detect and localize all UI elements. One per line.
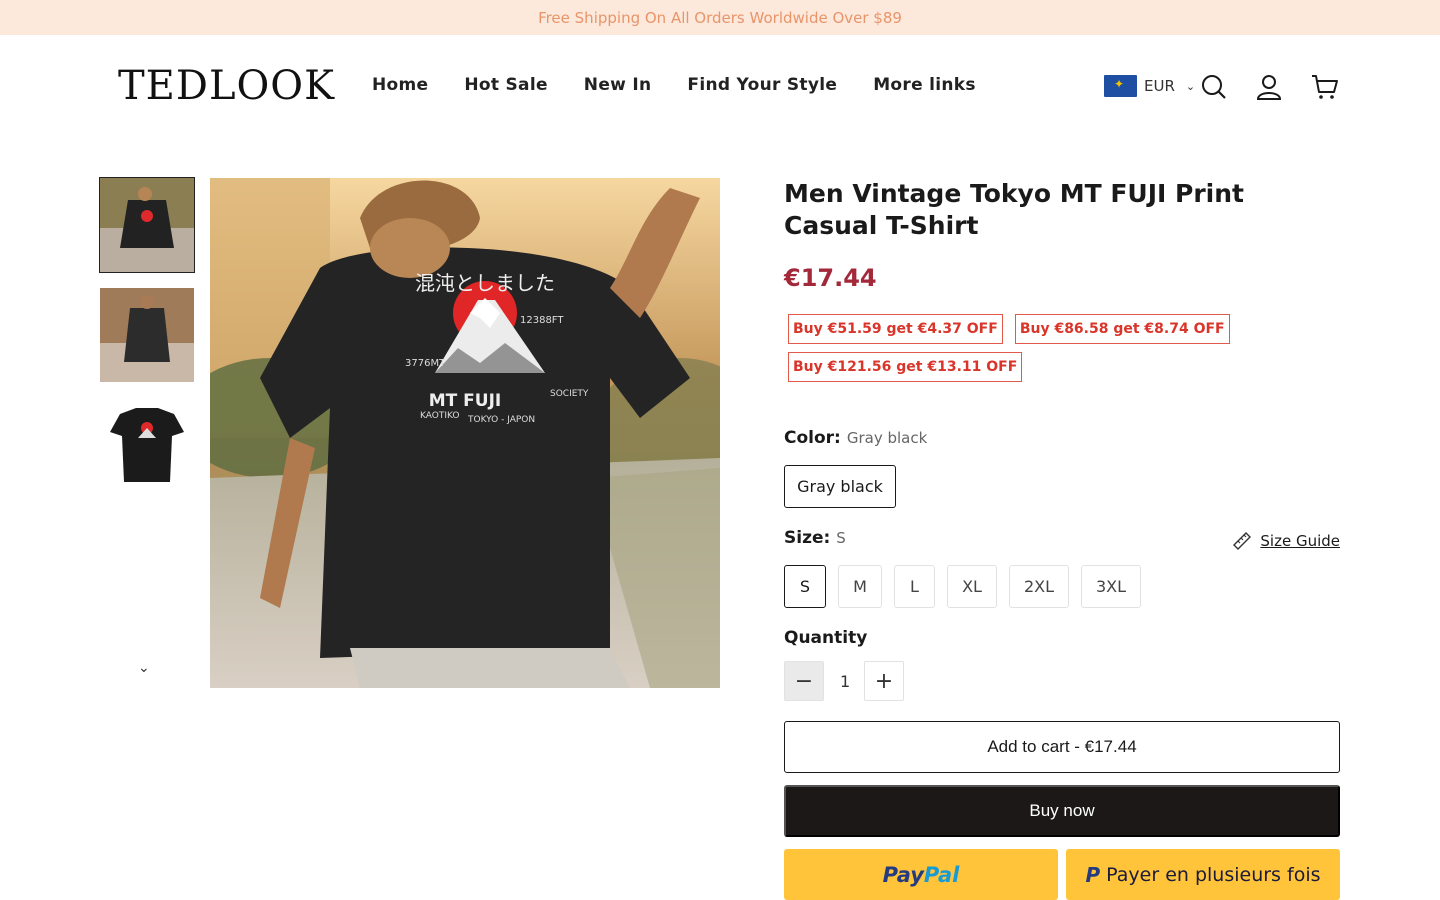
color-option-gray-black[interactable]: Gray black [784,465,896,508]
quantity-label: Quantity [784,628,868,648]
cart-icon[interactable] [1311,73,1339,101]
size-guide-link[interactable]: Size Guide [1232,531,1340,551]
print-kana: 混沌としました [415,271,555,295]
currency-selector[interactable]: EUR ⌄ [1104,75,1195,97]
discount-tag: Buy €51.59 get €4.37 OFF [788,314,1003,344]
pay-later-label: Payer en plusieurs fois [1106,863,1321,886]
logo[interactable]: TEDLOOK [118,63,335,109]
discount-tags: Buy €51.59 get €4.37 OFF Buy €86.58 get … [784,314,1264,382]
paypal-button[interactable]: Pay Pal [784,849,1058,900]
add-to-cart-button[interactable]: Add to cart - €17.44 [784,721,1340,773]
eu-flag-icon [1104,75,1137,97]
size-value: S [836,529,846,547]
account-icon[interactable] [1255,73,1283,101]
size-option-xl[interactable]: XL [947,565,997,608]
thumbnail-gallery [99,177,195,508]
decrease-quantity-button[interactable]: − [784,661,824,701]
chevron-down-icon: ⌄ [1185,79,1196,93]
size-option-s[interactable]: S [784,565,826,608]
size-option-m[interactable]: M [838,565,882,608]
nav-find-your-style[interactable]: Find Your Style [687,75,837,95]
paypal-p-icon: P [1085,862,1101,887]
nav-more-links[interactable]: More links [873,75,976,95]
print-height-ft: 12388FT [520,315,564,326]
paypal-logo-part-1: Pay [882,862,924,887]
chevron-down-icon[interactable]: ⌄ [138,660,150,676]
paypal-logo-part-2: Pal [923,862,960,887]
quantity-stepper: − 1 + [784,661,904,701]
discount-tag: Buy €121.56 get €13.11 OFF [788,352,1023,382]
product-price: €17.44 [784,264,877,292]
color-value: Gray black [846,429,928,447]
product-title: Men Vintage Tokyo MT FUJI Print Casual T… [784,179,1244,240]
color-label-row: Color: Gray black [784,428,927,448]
product-main-image[interactable]: 混沌としました 3776MT 12388FT MT FUJI SOCIETY K… [210,178,720,688]
product-info: Men Vintage Tokyo MT FUJI Print Casual T… [784,178,1340,900]
announcement-text: Free Shipping On All Orders Worldwide Ov… [538,8,902,27]
size-options: S M L XL 2XL 3XL [784,565,1141,608]
search-icon[interactable] [1200,73,1228,101]
size-option-2xl[interactable]: 2XL [1009,565,1069,608]
buy-now-button[interactable]: Buy now [784,785,1340,837]
announcement-bar: Free Shipping On All Orders Worldwide Ov… [0,0,1440,35]
currency-code: EUR [1144,77,1175,95]
size-guide-label: Size Guide [1260,532,1340,550]
thumbnail-1[interactable] [99,177,195,273]
discount-tag: Buy €86.58 get €8.74 OFF [1014,314,1230,344]
thumbnail-2[interactable] [100,288,194,382]
print-height-m: 3776MT [405,358,446,369]
size-label-row: Size: S Size Guide [784,528,1340,551]
size-label: Size: [784,528,831,548]
thumbnail-3[interactable] [100,398,194,492]
print-kaotiko: KAOTIKO [420,411,459,421]
nav-home[interactable]: Home [372,75,428,95]
print-tokyo-japon: TOKYO - JAPON [467,415,535,425]
site-header: TEDLOOK Home Hot Sale New In Find Your S… [0,35,1440,139]
nav-hot-sale[interactable]: Hot Sale [464,75,547,95]
increase-quantity-button[interactable]: + [864,661,904,701]
print-mt-fuji: MT FUJI [429,391,502,411]
size-option-l[interactable]: L [894,565,935,608]
ruler-icon [1233,532,1252,550]
size-option-3xl[interactable]: 3XL [1081,565,1141,608]
color-label: Color: [784,428,841,448]
quantity-value[interactable]: 1 [840,672,850,691]
pay-later-button[interactable]: P Payer en plusieurs fois [1066,849,1340,900]
print-society: SOCIETY [550,389,589,399]
main-nav: Home Hot Sale New In Find Your Style Mor… [372,75,976,95]
nav-new-in[interactable]: New In [584,75,652,95]
